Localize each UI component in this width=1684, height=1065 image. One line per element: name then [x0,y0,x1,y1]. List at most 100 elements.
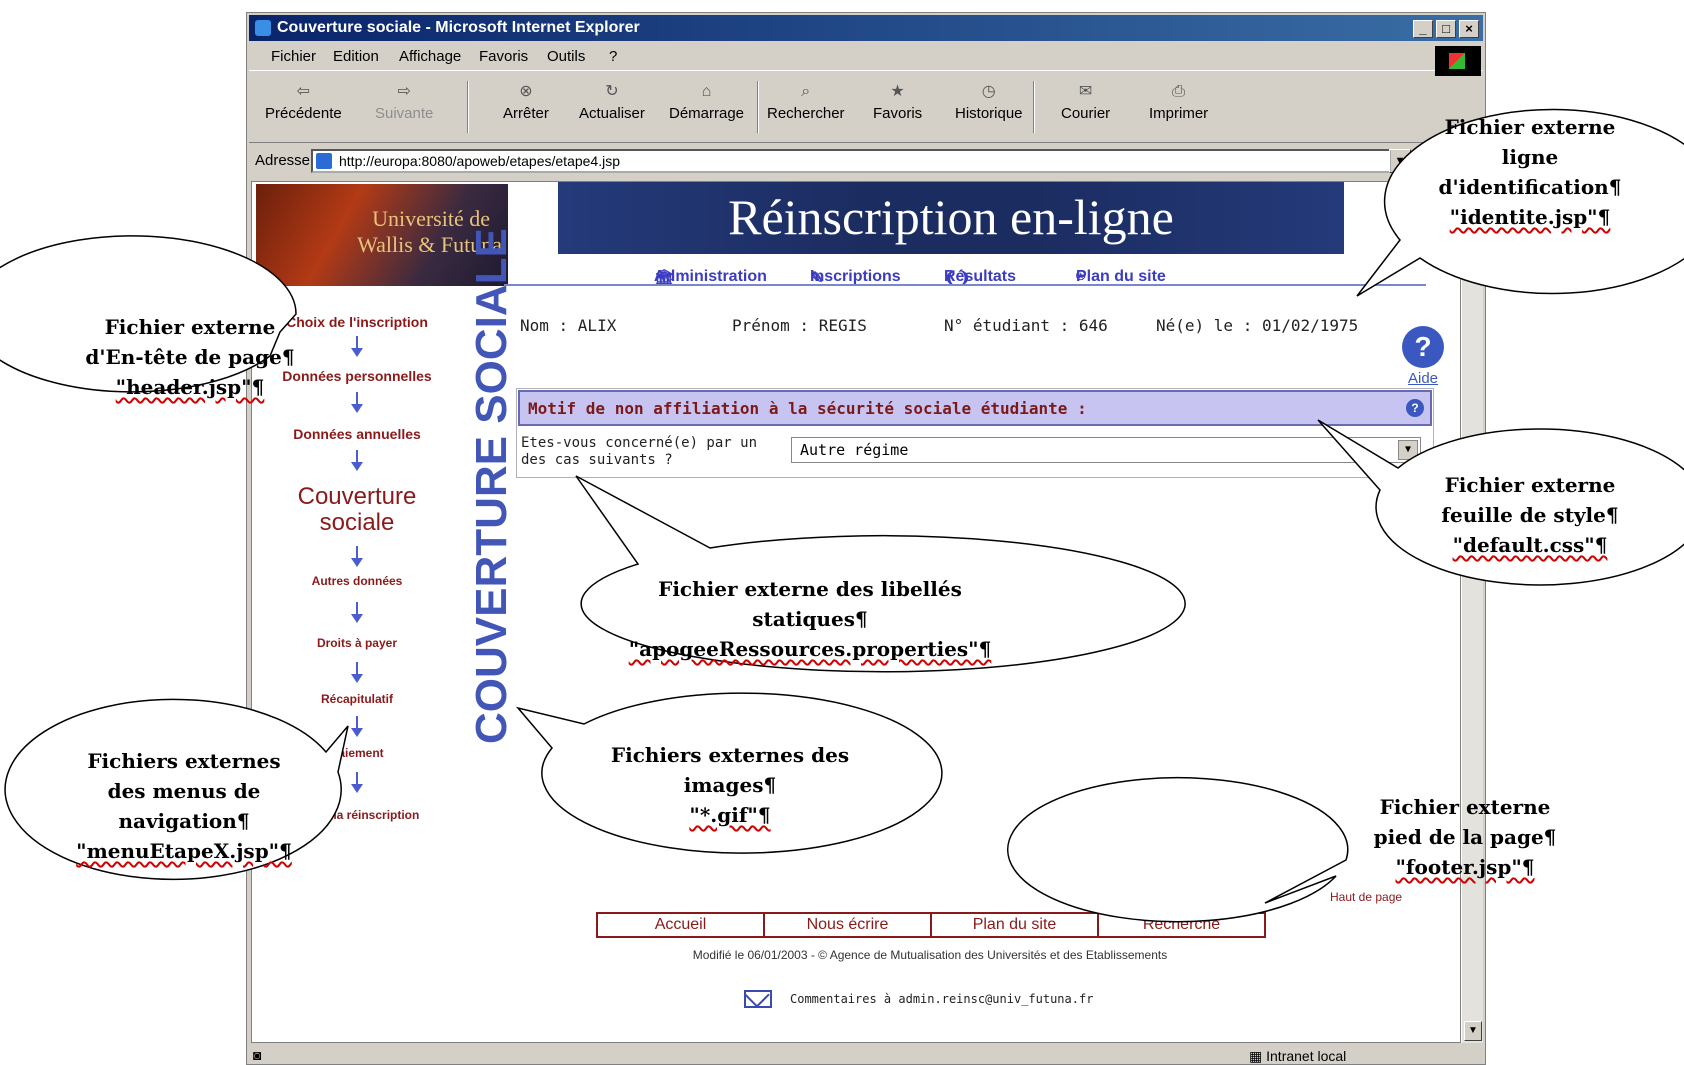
refresh-button[interactable]: ↻ Actualiser [579,83,645,122]
step-droits-a-payer[interactable]: Droits à payer [252,636,462,650]
status-bar: ◙ ▦ Intranet local [249,1047,1483,1065]
toolbar-separator [1033,81,1035,133]
step-donnees-annuelles[interactable]: Données annuelles [252,426,462,442]
window-title: Couverture sociale - Microsoft Internet … [277,19,640,36]
callout-style-line1: Fichier externe [1444,473,1616,497]
print-button[interactable]: ⎙ Imprimer [1149,83,1208,122]
regime-select[interactable]: Autre régime ▼ [791,437,1421,463]
callout-identite-line3: d'identification¶ [1438,175,1622,199]
menu-edition[interactable]: Edition [333,43,379,71]
menu-bar: Fichier Edition Affichage Favoris Outils… [249,43,1483,71]
mail-button[interactable]: ✉ Courier [1061,83,1110,122]
step-recapitulatif[interactable]: Récapitulatif [252,692,462,706]
vertical-scrollbar[interactable]: ▼ [1461,181,1483,1043]
title-bar: Couverture sociale - Microsoft Internet … [249,15,1483,41]
footer-accueil[interactable]: Accueil [596,912,765,938]
callout-header-line1: Fichier externe [104,315,276,339]
menu-favoris[interactable]: Favoris [479,43,528,71]
stop-button[interactable]: ⊗ Arrêter [503,83,549,122]
print-label: Imprimer [1149,105,1209,122]
student-birthdate: Né(e) le : 01/02/1975 [1156,316,1359,335]
internet-explorer-icon [255,20,271,36]
callout-libelles-line1: Fichier externe des libellés [658,577,962,601]
favorites-icon: ★ [890,83,905,100]
form-help-icon[interactable]: ? [1406,399,1424,417]
back-to-top-link[interactable]: Haut de page [1330,890,1402,904]
intranet-icon: ▦ [1249,1048,1263,1064]
search-button[interactable]: ⌕ Rechercher [767,83,845,122]
callout-footer-line3: "footer.jsp"¶ [1395,855,1535,879]
callout-menus: Fichiers externes des menus de navigatio… [54,746,314,866]
home-icon: ⌂ [701,83,712,100]
search-label: Rechercher [767,105,845,122]
footer-plan-du-site[interactable]: Plan du site [930,912,1099,938]
mail-label: Courier [1061,105,1111,122]
callout-libelles-line3: "apogeeRessources.properties"¶ [628,637,992,661]
step-current-line1: Couverture [297,483,417,510]
callout-identite: Fichier externe ligne d'identification¶ … [1400,112,1660,232]
page-icon [316,153,332,169]
maximize-button[interactable]: □ [1436,20,1456,38]
down-arrow-icon [350,546,364,568]
down-arrow-icon [350,602,364,624]
question-line1: Etes-vous concerné(e) par un [521,435,758,451]
callout-images: Fichiers externes des images¶ "*.gif"¶ [590,740,870,830]
comments-contact[interactable]: Commentaires à admin.reinsc@univ_futuna.… [790,992,1093,1006]
menu-fichier[interactable]: Fichier [271,43,316,71]
scroll-down-button[interactable]: ▼ [1464,1021,1482,1041]
student-number: N° étudiant : 646 [944,316,1108,335]
minimize-button[interactable]: _ [1413,20,1433,38]
forward-label: Suivante [375,105,434,122]
down-arrow-icon [350,716,364,738]
callout-footer: Fichier externe pied de la page¶ "footer… [1340,792,1590,882]
down-arrow-icon [350,662,364,684]
back-arrow-icon: ⇦ [296,83,311,100]
callout-header: Fichier externe d'En-tête de page¶ "head… [60,312,320,402]
windows-logo-icon [1435,46,1481,76]
history-button[interactable]: ◷ Historique [955,83,1023,122]
footer-navigation: Accueil Nous écrire Plan du site Recherc… [596,912,1266,938]
question-line2: des cas suivants ? [521,452,673,468]
menu-outils[interactable]: Outils [547,43,585,71]
down-arrow-icon [350,392,364,414]
callout-menus-line2: des menus de [107,779,261,803]
non-affiliation-form: Motif de non affiliation à la sécurité s… [516,388,1434,478]
envelope-icon[interactable] [744,990,772,1008]
callout-libelles: Fichier externe des libellés statiques¶ … [600,574,1020,664]
step-autres-donnees[interactable]: Autres données [252,574,462,588]
help-link[interactable]: Aide [1408,370,1438,387]
menu-affichage[interactable]: Affichage [399,43,461,71]
forward-button[interactable]: ⇨ Suivante [375,83,433,122]
regime-select-value: Autre régime [800,441,909,459]
side-title: COUVERTURE SOCIALE [462,228,522,754]
callout-style-line3: "default.css"¶ [1452,533,1608,557]
print-icon: ⎙ [1172,83,1185,100]
home-button[interactable]: ⌂ Démarrage [669,83,744,122]
security-zone-label: Intranet local [1266,1048,1347,1064]
refresh-icon: ↻ [605,83,619,100]
footer-recherche[interactable]: Recherche [1097,912,1266,938]
address-input[interactable]: http://europa:8080/apoweb/etapes/etape4.… [311,149,1391,173]
address-label: Adresse [255,152,311,169]
banner: Réinscription en-ligne [558,182,1344,254]
side-title-text: COUVERTURE SOCIALE [467,228,516,744]
chevron-down-icon[interactable]: ▼ [1398,440,1418,460]
callout-images-line2: images¶ [683,773,777,797]
favorites-button[interactable]: ★ Favoris [873,83,922,122]
close-button[interactable]: × [1459,20,1479,38]
footer-nous-ecrire[interactable]: Nous écrire [763,912,932,938]
back-button[interactable]: ⇦ Précédente [265,83,342,122]
stop-icon: ⊗ [519,83,533,100]
callout-identite-line2: ligne [1501,145,1559,169]
refresh-label: Actualiser [579,105,645,122]
home-label: Démarrage [669,105,745,122]
stop-label: Arrêter [503,105,549,122]
callout-header-line2: d'En-tête de page¶ [85,345,295,369]
step-couverture-sociale: Couverture sociale [252,484,462,536]
help-icon[interactable]: ? [1402,326,1444,368]
history-icon: ◷ [981,83,996,100]
down-arrow-icon [350,772,364,794]
toolbar-separator [757,81,759,133]
menu-help[interactable]: ? [609,43,617,71]
nav-divider [504,284,1426,286]
